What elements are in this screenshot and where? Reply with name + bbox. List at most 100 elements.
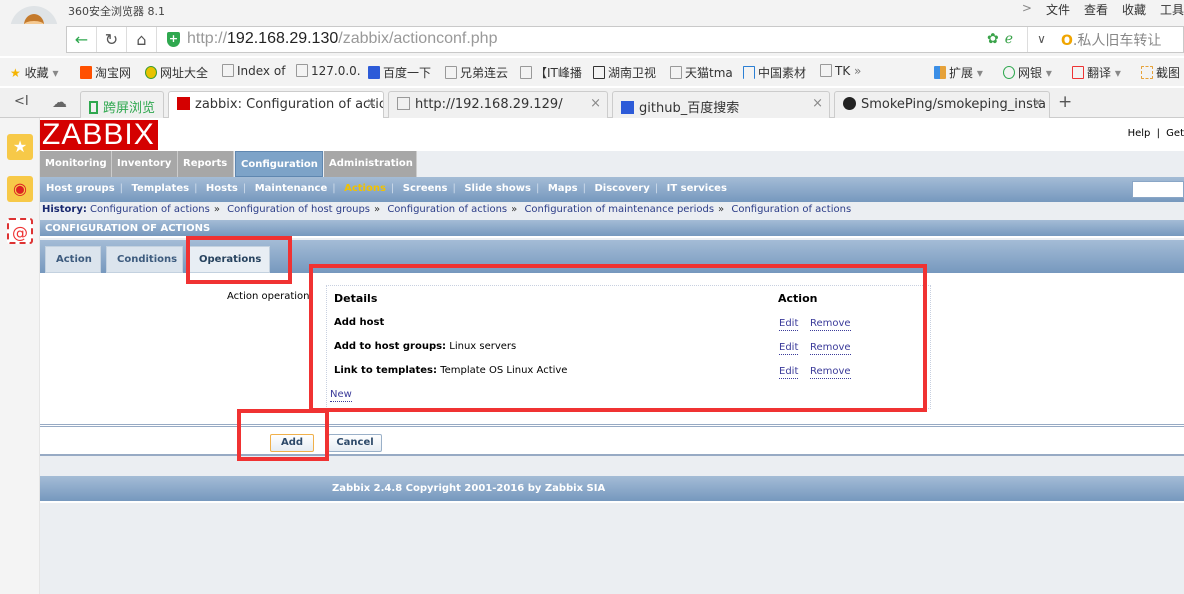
bookmark-tk[interactable]: TK » <box>820 64 861 78</box>
plus-circle-icon <box>145 66 157 79</box>
form-buttons: Add Cancel <box>40 424 1184 456</box>
menu-inventory[interactable]: Inventory <box>112 151 178 177</box>
menu-configuration[interactable]: Configuration <box>235 151 323 177</box>
tab-strip: <I ☁ 跨屏浏览 zabbix: Configuration of actic… <box>0 88 1184 119</box>
history-link[interactable]: Configuration of actions <box>387 204 507 215</box>
baidu-paw-icon <box>621 101 634 114</box>
zabbix-page: ZABBIX Help | Get Monitoring Inventory R… <box>40 118 1184 594</box>
tab-smokeping[interactable]: SmokePing/smokeping_insta × <box>834 91 1050 118</box>
highlight-add-button <box>237 409 329 461</box>
bookmark-xdl[interactable]: 兄弟连云 <box>445 64 508 81</box>
menu-tools[interactable]: 工具 <box>1160 1 1184 18</box>
close-tab-icon[interactable]: × <box>366 96 377 111</box>
sidebar-toggle-icon[interactable]: <I <box>14 94 29 109</box>
address-bar[interactable]: ← ↻ ⌂ + http://192.168.29.130/zabbix/act… <box>66 26 1184 53</box>
tab-github-baidu[interactable]: github_百度搜索 × <box>612 91 830 118</box>
tab-zabbix[interactable]: zabbix: Configuration of actic × <box>168 91 384 119</box>
menu-reports[interactable]: Reports <box>178 151 234 177</box>
zabbix-header <box>40 118 1184 151</box>
extension-icon <box>934 66 946 79</box>
zabbix-favicon-icon <box>177 97 190 110</box>
ie-mode-icon[interactable]: ℯ <box>1005 31 1019 47</box>
menu-arrow[interactable]: > <box>1022 1 1032 18</box>
favorites-star-icon[interactable]: ★ <box>7 134 33 160</box>
highlight-operations-table <box>309 264 927 412</box>
new-tab-button[interactable]: + <box>1058 92 1072 112</box>
bookmarks-bar: ★ 收藏 ▾ 淘宝网 网址大全 Index of 127.0.0. 百度一下 兄… <box>0 58 1184 86</box>
bookmark-baidu[interactable]: 百度一下 <box>368 64 431 81</box>
submenu-discovery[interactable]: Discovery <box>595 183 650 194</box>
page-icon <box>820 64 832 77</box>
bookmark-hao[interactable]: 网址大全 <box>145 64 208 81</box>
chevron-down-icon[interactable]: ∨ <box>1027 27 1055 52</box>
menu-monitoring[interactable]: Monitoring <box>40 151 112 177</box>
help-links: Help | Get <box>1127 128 1184 139</box>
speedup-icon[interactable]: ✿ <box>987 31 1005 47</box>
tool-screenshot[interactable]: 截图 <box>1141 64 1180 81</box>
menu-favorites[interactable]: 收藏 <box>1122 1 1146 18</box>
address-row: ← ↻ ⌂ + http://192.168.29.130/zabbix/act… <box>0 24 1184 56</box>
cloud-icon[interactable]: ☁ <box>52 93 67 111</box>
menu-administration[interactable]: Administration <box>324 151 417 177</box>
bookmark-taobao[interactable]: 淘宝网 <box>80 64 131 81</box>
bookmark-it[interactable]: 【IT峰播 <box>520 64 582 81</box>
cancel-button[interactable]: Cancel <box>328 434 382 452</box>
search-input[interactable]: O.私人旧车转让 <box>1061 30 1161 50</box>
history-breadcrumb: History: Configuration of actions» Confi… <box>42 204 852 215</box>
screenshot-icon <box>1141 66 1153 79</box>
tool-extensions[interactable]: 扩展 ▾ <box>934 64 983 81</box>
submenu-maps[interactable]: Maps <box>548 183 578 194</box>
history-link[interactable]: Configuration of host groups <box>227 204 370 215</box>
close-tab-icon[interactable]: × <box>590 96 601 111</box>
mail-icon[interactable]: @ <box>7 218 33 244</box>
zabbix-logo[interactable]: ZABBIX <box>40 120 158 150</box>
baidu-paw-icon <box>368 66 380 79</box>
history-link[interactable]: Configuration of actions <box>731 204 851 215</box>
submenu-maintenance[interactable]: Maintenance <box>255 183 328 194</box>
bookmark-index-of[interactable]: Index of <box>222 64 285 78</box>
back-arrow-icon[interactable]: ← <box>67 27 97 52</box>
phone-icon <box>89 101 98 114</box>
more-bookmarks-icon[interactable]: » <box>854 64 861 78</box>
get-support-link[interactable]: Get <box>1166 128 1184 139</box>
submenu-slide-shows[interactable]: Slide shows <box>464 183 531 194</box>
page-icon <box>445 66 457 79</box>
help-link[interactable]: Help <box>1128 128 1151 139</box>
submenu-actions[interactable]: Actions <box>344 183 386 194</box>
bookmark-hunantv[interactable]: 湖南卫视 <box>593 64 656 81</box>
menu-file[interactable]: 文件 <box>1046 1 1070 18</box>
submenu-host-groups[interactable]: Host groups <box>46 183 115 194</box>
history-link[interactable]: Configuration of actions <box>90 204 210 215</box>
tab-conditions[interactable]: Conditions <box>106 246 183 273</box>
page-icon <box>520 66 532 79</box>
weibo-icon[interactable]: ◉ <box>7 176 33 202</box>
submenu-hosts[interactable]: Hosts <box>206 183 238 194</box>
bookmark-sucai[interactable]: 中国素材 <box>743 64 806 81</box>
submenu-screens[interactable]: Screens <box>403 183 448 194</box>
home-icon[interactable]: ⌂ <box>127 27 157 52</box>
security-shield-icon[interactable]: + <box>167 32 180 47</box>
tool-bank[interactable]: 网银 ▾ <box>1003 64 1052 81</box>
global-search-input[interactable] <box>1132 181 1184 198</box>
bookmark-localhost[interactable]: 127.0.0. <box>296 64 361 78</box>
bookmark-tmall[interactable]: 天猫tma <box>670 64 733 81</box>
url-input[interactable]: http://192.168.29.130/zabbix/actionconf.… <box>187 30 497 48</box>
page-icon <box>296 64 308 77</box>
tab-http-129[interactable]: http://192.168.29.129/× <box>388 91 608 118</box>
submenu-it-services[interactable]: IT services <box>667 183 727 194</box>
bookmark-favorites[interactable]: ★ 收藏 ▾ <box>10 64 58 81</box>
tool-translate[interactable]: 翻译 ▾ <box>1072 64 1121 81</box>
tab-cross-screen[interactable]: 跨屏浏览 <box>80 91 164 118</box>
browser-titlebar: 360安全浏览器 8.1 > 文件 查看 收藏 工具 <box>0 0 1184 24</box>
reload-icon[interactable]: ↻ <box>97 27 127 52</box>
tv-icon <box>593 66 605 79</box>
submenu-templates[interactable]: Templates <box>132 183 190 194</box>
page-icon <box>222 64 234 77</box>
taobao-icon <box>80 66 92 79</box>
menu-view[interactable]: 查看 <box>1084 1 1108 18</box>
close-tab-icon[interactable]: × <box>1032 96 1043 111</box>
star-icon: ★ <box>10 66 21 80</box>
tab-action[interactable]: Action <box>45 246 101 273</box>
history-link[interactable]: Configuration of maintenance periods <box>524 204 714 215</box>
close-tab-icon[interactable]: × <box>812 96 823 111</box>
